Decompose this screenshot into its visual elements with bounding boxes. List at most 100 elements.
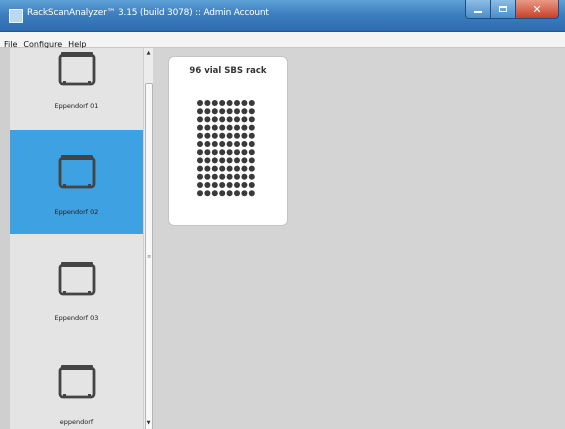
vial-well — [219, 190, 226, 197]
vial-well — [241, 182, 248, 188]
rack-workspace: 96 vial SBS rack — [153, 48, 565, 429]
rack-list-item[interactable]: Eppendorf 01 — [10, 48, 143, 130]
vial-well — [211, 116, 218, 123]
rack-list: Eppendorf 01 Eppendorf 02 Eppendorf 03 e… — [10, 48, 143, 429]
vial-well — [197, 182, 203, 188]
vial-well — [248, 149, 255, 156]
vial-well — [248, 116, 255, 123]
vial-well — [204, 100, 211, 106]
vial-well — [197, 173, 203, 180]
vial-well — [226, 173, 233, 180]
vial-well — [204, 108, 211, 115]
vial-well — [204, 124, 211, 131]
vial-well — [211, 165, 218, 172]
vial-well — [226, 157, 233, 164]
close-button[interactable]: ✕ — [516, 0, 559, 19]
vial-well — [211, 149, 218, 156]
scroll-up-icon[interactable]: ▲ — [144, 48, 153, 58]
vial-well — [219, 149, 226, 156]
vial-well — [234, 100, 240, 106]
vial-well — [211, 132, 218, 139]
vial-well — [248, 173, 255, 180]
vial-well — [248, 108, 255, 115]
menu-bar: File Configure Help — [0, 32, 565, 49]
vial-well — [219, 157, 226, 164]
vial-well — [197, 116, 203, 123]
vial-well — [197, 100, 203, 106]
sidebar-scrollbar[interactable]: ▲ ≡ ▼ — [143, 48, 153, 429]
rack-list-item[interactable]: Eppendorf 03 — [10, 234, 143, 334]
vial-well — [234, 108, 240, 115]
rack-card-title: 96 vial SBS rack — [189, 66, 267, 76]
minimize-icon — [474, 10, 482, 13]
vial-well — [234, 124, 240, 131]
rack-list-item-selected[interactable]: Eppendorf 02 — [10, 130, 143, 234]
app-window: RackScanAnalyzer™ 3.15 (build 3078) :: A… — [0, 0, 565, 429]
vial-well — [241, 132, 248, 139]
vial-well — [241, 173, 248, 180]
vial-well — [241, 100, 248, 106]
vial-well — [234, 173, 240, 180]
vial-well — [226, 165, 233, 172]
vial-well — [204, 165, 211, 172]
vial-well — [234, 141, 240, 147]
maximize-button[interactable] — [491, 0, 516, 19]
vial-grid — [197, 100, 255, 197]
vial-well — [248, 165, 255, 172]
vial-well — [197, 190, 203, 197]
vial-well — [219, 182, 226, 188]
vial-well — [248, 124, 255, 131]
vial-well — [219, 108, 226, 115]
title-bar[interactable]: RackScanAnalyzer™ 3.15 (build 3078) :: A… — [0, 0, 565, 32]
vial-well — [197, 165, 203, 172]
vial-well — [226, 132, 233, 139]
vial-well — [211, 124, 218, 131]
vial-well — [248, 157, 255, 164]
rack-icon — [58, 262, 96, 296]
vial-well — [234, 149, 240, 156]
vial-well — [226, 141, 233, 147]
vial-well — [234, 132, 240, 139]
vial-well — [248, 132, 255, 139]
vial-well — [226, 124, 233, 131]
vial-well — [197, 149, 203, 156]
scroll-down-icon[interactable]: ▼ — [144, 418, 153, 428]
vial-well — [211, 182, 218, 188]
vial-well — [226, 149, 233, 156]
vial-well — [219, 165, 226, 172]
grip-icon: ≡ — [147, 254, 152, 260]
window-title: RackScanAnalyzer™ 3.15 (build 3078) :: A… — [27, 8, 269, 18]
rack-list-item[interactable]: eppendorf — [10, 334, 143, 429]
vial-well — [234, 165, 240, 172]
vial-well — [219, 124, 226, 131]
vial-well — [219, 132, 226, 139]
minimize-button[interactable] — [465, 0, 491, 19]
vial-well — [204, 116, 211, 123]
vial-well — [241, 165, 248, 172]
vial-well — [241, 124, 248, 131]
rack-icon — [58, 52, 96, 86]
vial-well — [248, 141, 255, 147]
window-controls: ✕ — [465, 0, 559, 19]
vial-well — [219, 141, 226, 147]
rack-label: eppendorf — [59, 418, 94, 426]
vial-well — [197, 108, 203, 115]
vial-well — [226, 100, 233, 106]
scroll-thumb[interactable]: ≡ — [145, 83, 153, 429]
rack-card[interactable]: 96 vial SBS rack — [168, 56, 288, 226]
vial-well — [226, 116, 233, 123]
vial-well — [204, 190, 211, 197]
vial-well — [197, 157, 203, 164]
vial-well — [226, 190, 233, 197]
vial-well — [197, 124, 203, 131]
vial-well — [219, 173, 226, 180]
vial-well — [219, 100, 226, 106]
vial-well — [248, 182, 255, 188]
app-icon — [9, 9, 23, 23]
vial-well — [248, 190, 255, 197]
vial-well — [241, 116, 248, 123]
vial-well — [234, 157, 240, 164]
vial-well — [197, 141, 203, 147]
vial-well — [234, 190, 240, 197]
vial-well — [204, 132, 211, 139]
